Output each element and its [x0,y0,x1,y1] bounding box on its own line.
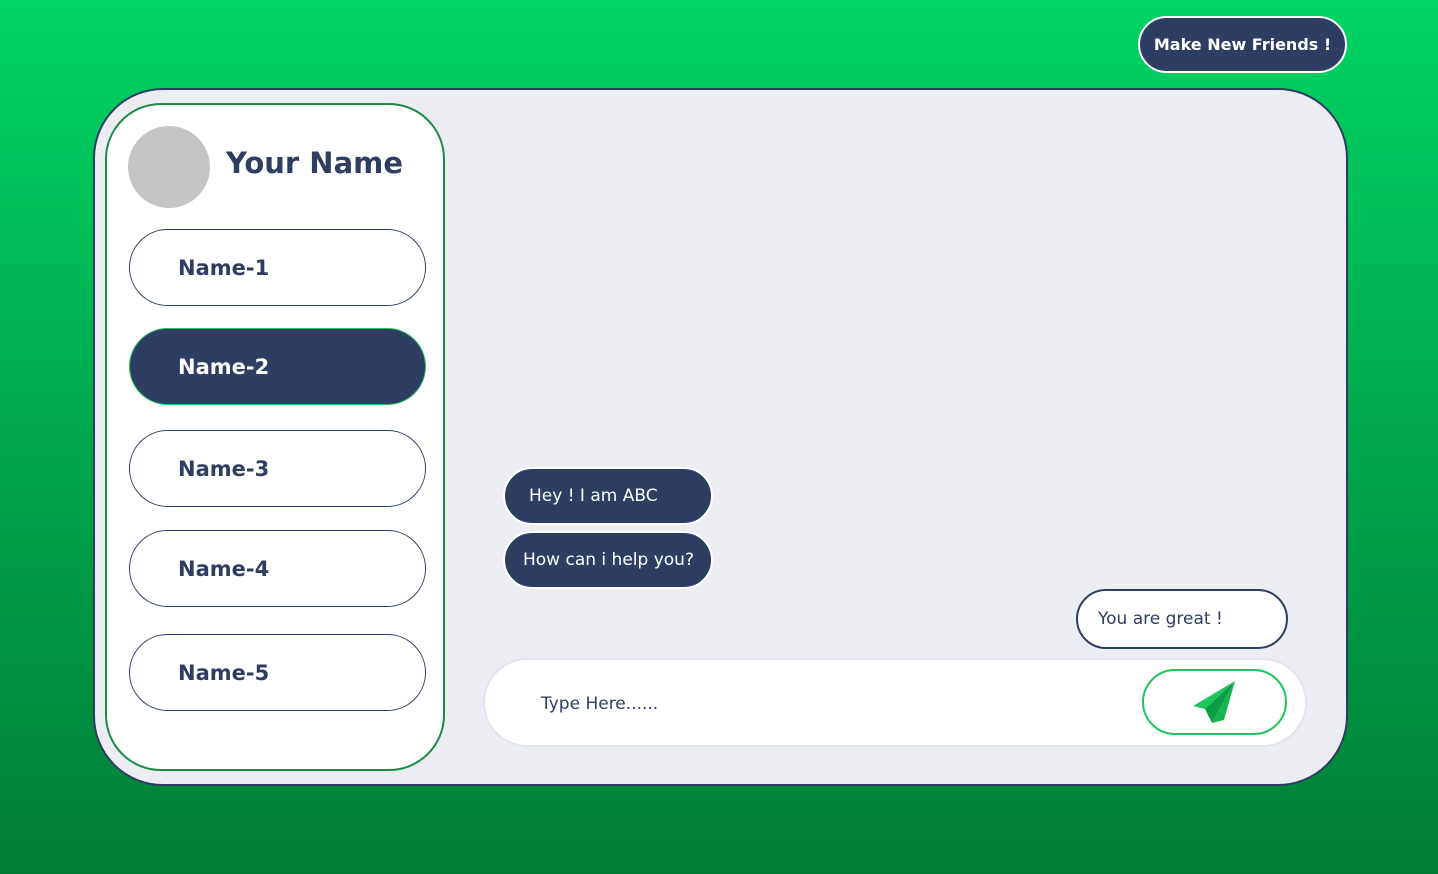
incoming-message: Hey ! I am ABC [503,467,713,525]
avatar [128,126,210,208]
contact-item-name-3[interactable]: Name-3 [129,430,426,507]
contact-item-name-5[interactable]: Name-5 [129,634,426,711]
paper-plane-icon [1192,681,1235,723]
contact-item-name-4[interactable]: Name-4 [129,530,426,607]
make-new-friends-button[interactable]: Make New Friends ! [1138,16,1347,73]
send-button[interactable] [1142,669,1287,735]
message-input[interactable] [539,688,1123,720]
incoming-message: How can i help you? [503,531,713,589]
contact-item-name-1[interactable]: Name-1 [129,229,426,306]
contact-item-name-2[interactable]: Name-2 [129,328,426,405]
profile-name: Your Name [226,146,404,180]
outgoing-message: You are great ! [1076,589,1288,649]
